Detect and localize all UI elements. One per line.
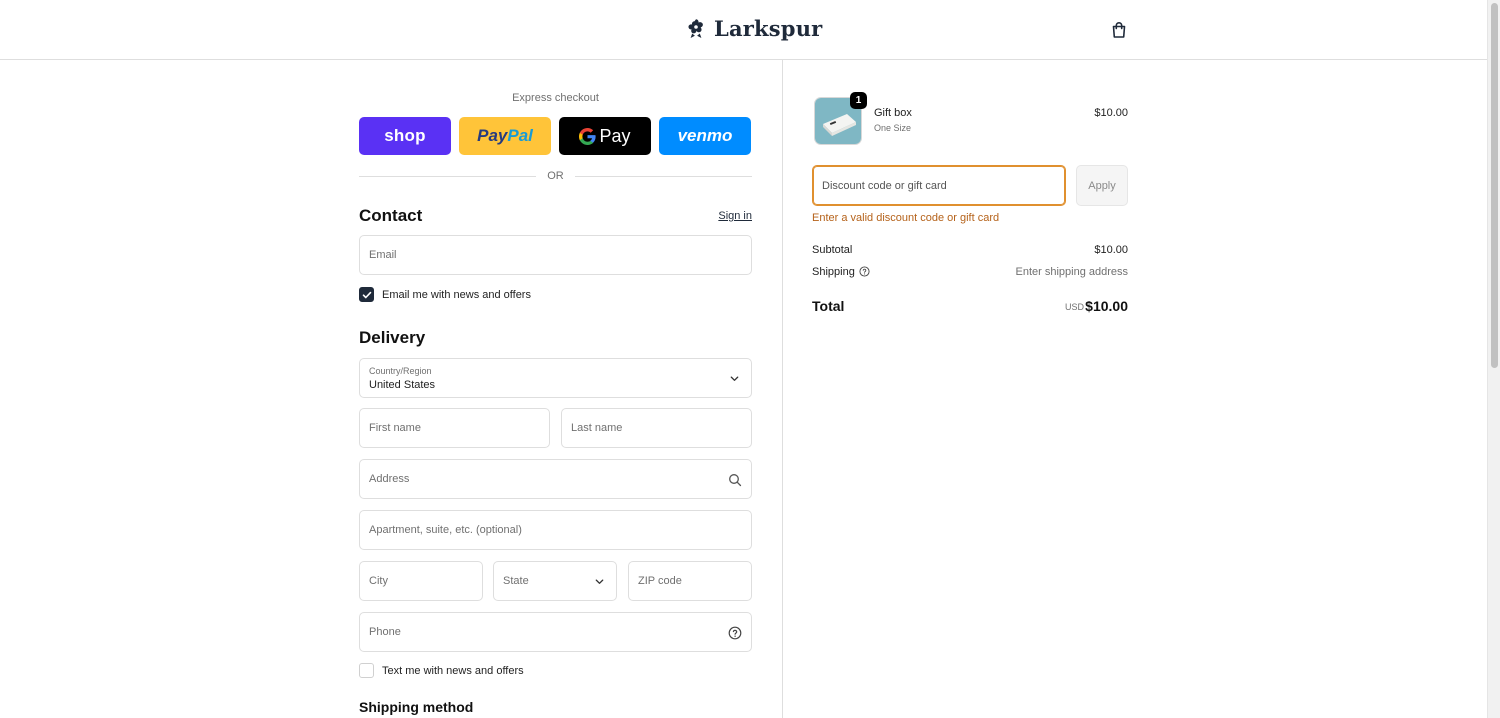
search-icon [729, 474, 742, 487]
subtotal-value: $10.00 [1094, 244, 1128, 256]
zip-input[interactable] [629, 562, 751, 600]
paypal-label-part1: Pay [477, 126, 508, 145]
phone-field[interactable] [359, 612, 752, 652]
google-g-icon [579, 127, 597, 145]
product-variant: One Size [874, 123, 912, 133]
or-line-left [359, 175, 537, 177]
venmo-label: venmo [677, 126, 733, 145]
first-name-field[interactable] [359, 408, 550, 448]
email-field[interactable] [359, 235, 752, 275]
page-scrollbar[interactable] [1487, 0, 1500, 718]
brand-name: Larkspur [714, 16, 823, 41]
text-news-checkbox[interactable] [359, 663, 374, 678]
discount-field[interactable] [812, 165, 1066, 206]
chevron-down-icon [730, 376, 739, 381]
last-name-field[interactable] [561, 408, 752, 448]
email-news-row: Email me with news and offers [359, 287, 531, 302]
apartment-input[interactable] [360, 511, 751, 549]
express-checkout-title: Express checkout [512, 92, 599, 104]
help-circle-icon[interactable] [728, 626, 742, 640]
subtotal-row: Subtotal $10.00 [812, 244, 1128, 256]
total-currency: USD [1064, 302, 1084, 312]
paypal-button[interactable]: Pay Pal [459, 117, 551, 155]
express-payment-buttons: shop Pay Pal Pay venmo [359, 117, 751, 155]
total-row: Total USD $10.00 [812, 298, 1128, 318]
shop-pay-button[interactable]: shop [359, 117, 451, 155]
or-line-right [574, 175, 752, 177]
or-separator: OR [359, 170, 752, 182]
email-news-checkbox[interactable] [359, 287, 374, 302]
shipping-row: Shipping Enter shipping address [812, 266, 1128, 278]
subtotal-label: Subtotal [812, 244, 853, 256]
shipping-method-heading: Shipping method [359, 699, 474, 715]
zip-field[interactable] [628, 561, 752, 601]
help-circle-icon[interactable] [859, 266, 870, 277]
city-input[interactable] [360, 562, 482, 600]
contact-heading: Contact [359, 206, 423, 225]
chevron-down-icon [595, 579, 604, 584]
brand-logo[interactable]: Larkspur [684, 16, 822, 41]
shopping-bag-icon [1112, 22, 1126, 38]
scrollbar-thumb[interactable] [1491, 3, 1498, 368]
text-news-label: Text me with news and offers [382, 664, 524, 677]
address-input[interactable] [360, 460, 751, 498]
text-news-row: Text me with news and offers [359, 663, 524, 678]
delivery-heading: Delivery [359, 328, 426, 347]
state-select[interactable]: State [493, 561, 617, 601]
product-price: $10.00 [1094, 107, 1128, 119]
first-name-input[interactable] [360, 409, 549, 447]
venmo-button[interactable]: venmo [659, 117, 751, 155]
apartment-field[interactable] [359, 510, 752, 550]
shipping-value: Enter shipping address [1015, 266, 1128, 278]
apply-button[interactable]: Apply [1076, 165, 1128, 206]
country-select[interactable]: Country/Region United States [359, 358, 752, 398]
discount-input[interactable] [813, 166, 1065, 205]
cart-button[interactable] [1109, 20, 1129, 40]
city-field[interactable] [359, 561, 483, 601]
column-divider [782, 60, 783, 718]
checkmark-icon [362, 291, 371, 298]
address-field[interactable] [359, 459, 752, 499]
last-name-input[interactable] [562, 409, 751, 447]
country-label: Country/Region [369, 366, 432, 376]
google-pay-label: Pay [599, 125, 631, 146]
total-label: Total [812, 298, 845, 314]
product-name: Gift box [874, 107, 912, 119]
email-news-label: Email me with news and offers [382, 288, 531, 301]
country-value: United States [369, 379, 436, 391]
quantity-badge: 1 [850, 92, 867, 109]
discount-error-message: Enter a valid discount code or gift card [812, 212, 1000, 224]
header: Larkspur [0, 0, 1487, 60]
shipping-label: Shipping [812, 266, 855, 278]
sign-in-link[interactable]: Sign in [718, 210, 752, 222]
flower-logo-icon [688, 18, 703, 38]
email-input[interactable] [360, 236, 751, 274]
google-pay-button[interactable]: Pay [559, 117, 651, 155]
paypal-label-part2: Pal [507, 126, 533, 145]
state-label: State [503, 575, 529, 587]
phone-input[interactable] [360, 613, 751, 651]
or-label: OR [547, 170, 564, 182]
total-value: $10.00 [1085, 298, 1128, 314]
shop-pay-label: shop [384, 126, 426, 145]
